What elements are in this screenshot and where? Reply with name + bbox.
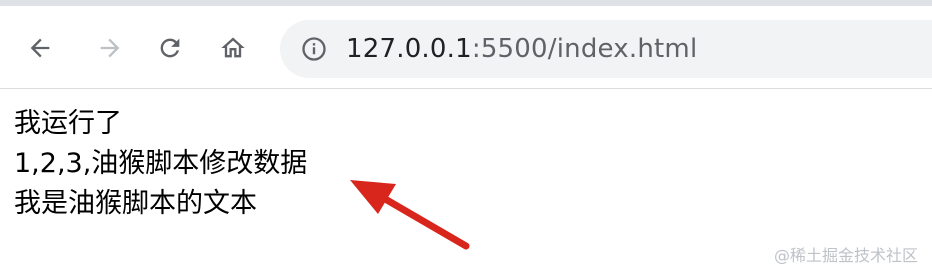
url-text[interactable]: 127.0.0.1:5500/index.html — [346, 32, 697, 66]
toolbar-divider — [0, 88, 932, 89]
arrow-right-icon — [100, 38, 120, 58]
address-bar[interactable]: 127.0.0.1:5500/index.html — [280, 20, 932, 78]
url-host: 127.0.0.1 — [346, 34, 472, 64]
page-content: 我运行了 1,2,3,油猴脚本修改数据 我是油猴脚本的文本 — [14, 104, 307, 224]
red-arrow-annotation — [350, 180, 470, 250]
page-text-line-3: 我是油猴脚本的文本 — [14, 188, 257, 219]
url-path: :5500/index.html — [471, 34, 698, 64]
reload-icon — [160, 38, 180, 58]
home-button[interactable] — [213, 28, 253, 68]
browser-toolbar: 127.0.0.1:5500/index.html — [0, 0, 932, 88]
home-icon — [221, 37, 245, 58]
page-text-line-2: 1,2,3,油猴脚本修改数据 — [14, 148, 308, 179]
page-text-line-1: 我运行了 — [14, 108, 122, 139]
reload-button[interactable] — [150, 28, 190, 68]
forward-button[interactable] — [90, 28, 130, 68]
back-button[interactable] — [20, 28, 60, 68]
watermark: @稀土掘金技术社区 — [773, 246, 918, 265]
arrow-left-icon — [30, 38, 50, 58]
info-circle-icon[interactable] — [300, 35, 328, 63]
